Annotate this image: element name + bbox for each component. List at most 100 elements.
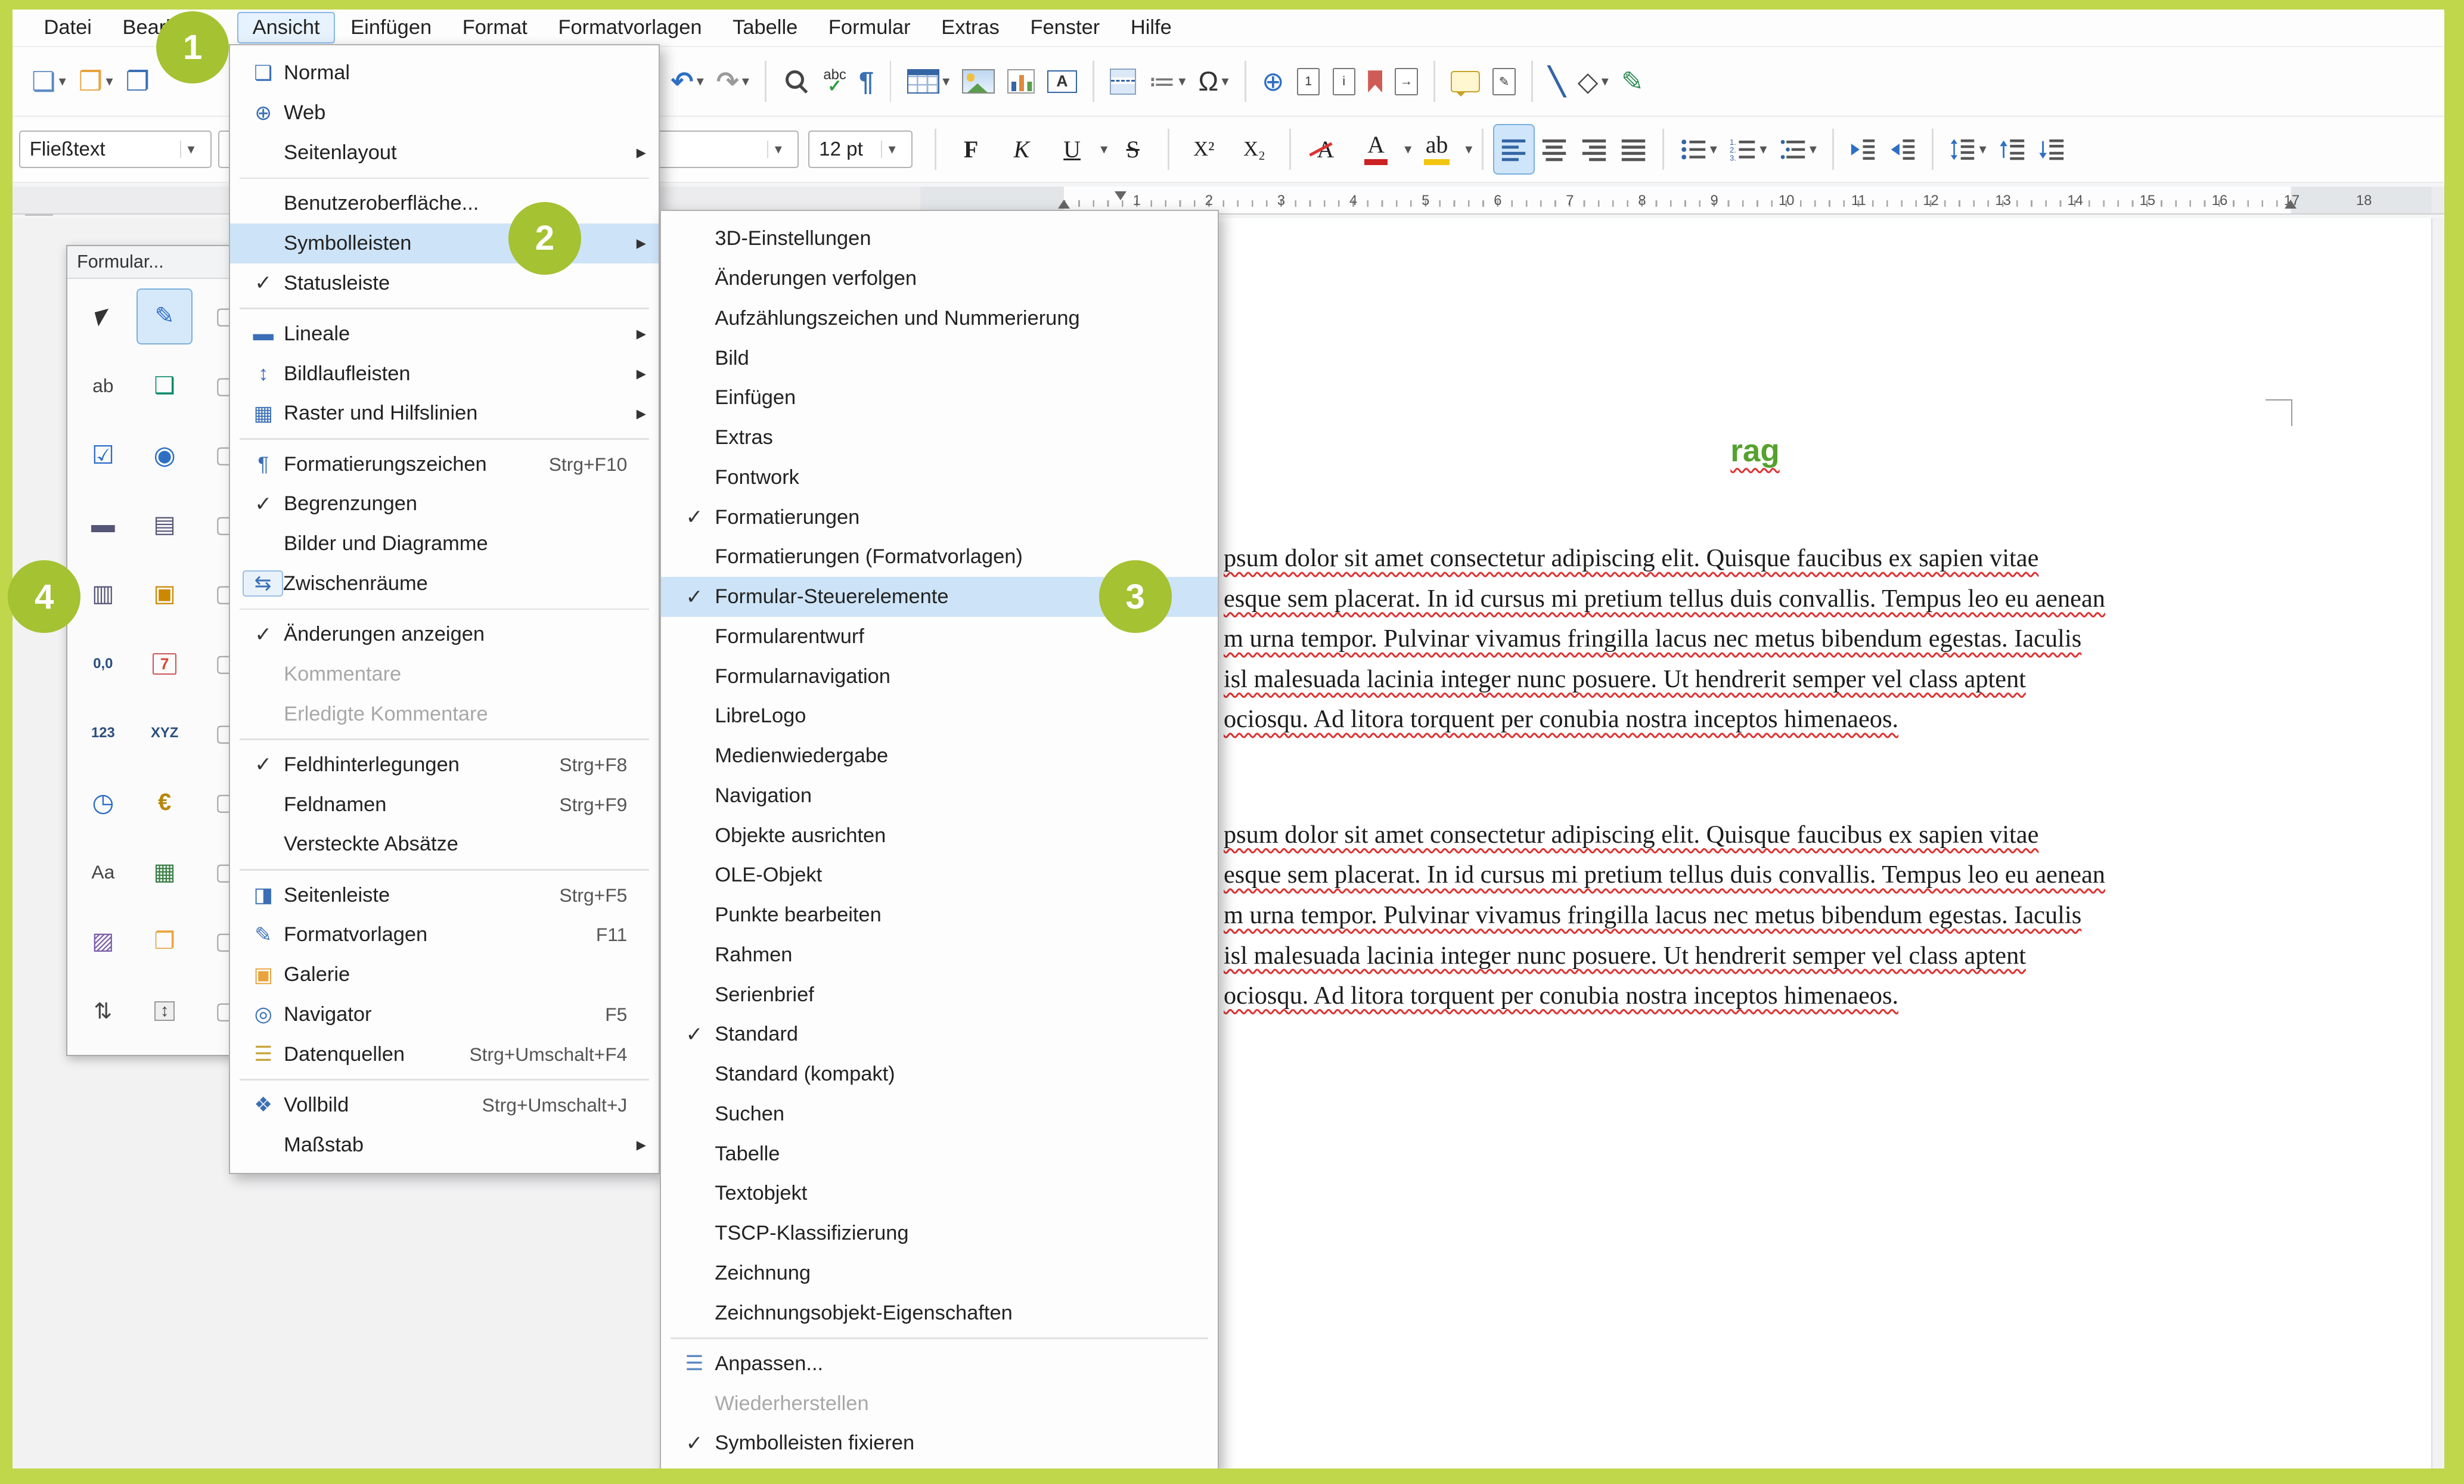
scrollbar-button[interactable]: ↕ (136, 983, 193, 1039)
select-button[interactable]: ◤ (75, 288, 131, 344)
insert-table-button[interactable]: ▾ (901, 56, 956, 107)
menu-item-formatierungszeichen[interactable]: ¶ Formatierungszeichen Strg+F10 (230, 445, 659, 485)
right-indent-marker[interactable] (2285, 200, 2297, 209)
design-mode-button[interactable]: ✎ (136, 288, 193, 344)
menubar-item-ansicht[interactable]: Ansicht (237, 12, 336, 44)
menubar-item-datei[interactable]: Datei (29, 12, 107, 44)
submenu-item-textobjekt[interactable]: Textobjekt (661, 1174, 1218, 1214)
time-field-button[interactable]: ◷ (75, 775, 131, 831)
submenu-item-librelogo[interactable]: LibreLogo (661, 697, 1218, 737)
submenu-item-standard[interactable]: ✓ Standard (661, 1015, 1218, 1055)
combo-box-button[interactable]: ▥ (75, 566, 131, 622)
submenu-item-navigation[interactable]: Navigation (661, 776, 1218, 816)
submenu-item-aenderungen-verfolgen[interactable]: Änderungen verfolgen (661, 259, 1218, 299)
track-changes-button[interactable]: ✎ (1487, 56, 1522, 107)
formatted-field-button[interactable]: 0,0 (75, 636, 131, 692)
menu-item-vollbild[interactable]: ❖ Vollbild Strg+Umschalt+J (230, 1085, 659, 1125)
highlight-color-button[interactable]: ab (1411, 128, 1462, 172)
menu-item-erledigte-kommentare[interactable]: Erledigte Kommentare (230, 694, 659, 734)
increase-indent-button[interactable] (1844, 124, 1883, 175)
file-selection-button[interactable]: ❐ (136, 914, 193, 970)
submenu-item-ole-objekt[interactable]: OLE-Objekt (661, 856, 1218, 896)
insert-footnote-button[interactable]: 1 (1290, 56, 1326, 107)
first-line-indent-marker[interactable] (1115, 191, 1127, 200)
clear-formatting-button[interactable]: A (1300, 128, 1351, 172)
font-size-combo[interactable]: 12 pt▾ (808, 131, 913, 169)
submenu-item-extras[interactable]: Extras (661, 418, 1218, 458)
strikethrough-button[interactable]: S (1107, 128, 1158, 172)
align-center-button[interactable] (1535, 124, 1574, 175)
menu-item-statusleiste[interactable]: ✓ Statusleiste (230, 263, 659, 303)
submenu-item-serienbrief[interactable]: Serienbrief (661, 975, 1218, 1015)
label-field-button[interactable]: ab (75, 358, 131, 414)
submenu-item-tscp-klassifizierung[interactable]: TSCP-Klassifizierung (661, 1213, 1218, 1253)
show-draw-functions-button[interactable]: ✎ (1615, 56, 1650, 107)
save-button[interactable]: ❐ (119, 56, 156, 107)
menu-item-bilder-und-diagramme[interactable]: Bilder und Diagramme (230, 524, 659, 564)
menu-item-massstab[interactable]: Maßstab ▶ (230, 1125, 659, 1165)
menu-item-versteckte-absaetze[interactable]: Versteckte Absätze (230, 824, 659, 864)
submenu-item-tabelle[interactable]: Tabelle (661, 1134, 1218, 1174)
group-box-button[interactable]: ❑ (136, 358, 193, 414)
left-indent-marker[interactable] (1058, 200, 1070, 209)
line-spacing-button[interactable]: ▾ (1943, 124, 1993, 175)
formatting-marks-button[interactable]: ¶ (852, 56, 880, 107)
pattern-field-button[interactable]: XYZ (136, 705, 193, 761)
ordered-list-button[interactable]: ▾ (1723, 124, 1773, 175)
menu-item-zwischenraeume[interactable]: ⇆ Zwischenräume (230, 564, 659, 604)
subscript-button[interactable]: X₂ (1229, 128, 1280, 172)
submenu-item-medienwiedergabe[interactable]: Medienwiedergabe (661, 736, 1218, 776)
decrease-paragraph-spacing-button[interactable] (2032, 124, 2071, 175)
bold-button[interactable]: F (946, 128, 997, 172)
submenu-item-zeichnungsobjekt-eigenschaften[interactable]: Zeichnungsobjekt-Eigenschaften (661, 1293, 1218, 1333)
menu-item-datenquellen[interactable]: ☰ Datenquellen Strg+Umschalt+F4 (230, 1035, 659, 1075)
align-justify-button[interactable] (1613, 124, 1653, 175)
option-button-button[interactable]: ◉ (136, 427, 193, 483)
underline-button[interactable]: U (1047, 128, 1097, 172)
submenu-item-3d-einstellungen[interactable]: 3D-Einstellungen (661, 219, 1218, 259)
insert-endnote-button[interactable]: i (1326, 56, 1362, 107)
unordered-list-button[interactable]: ▾ (1674, 124, 1723, 175)
align-left-button[interactable] (1493, 124, 1535, 175)
outline-list-button[interactable]: ▾ (1773, 124, 1823, 175)
menu-item-formatvorlagen[interactable]: ✎ Formatvorlagen F11 (230, 915, 659, 955)
basic-shapes-button[interactable]: ◇▾ (1571, 56, 1615, 107)
paragraph-style-combo[interactable]: Fließtext▾ (19, 131, 212, 169)
menubar-item-einfuegen[interactable]: Einfügen (335, 12, 447, 44)
insert-special-character-button[interactable]: Ω▾ (1192, 56, 1235, 107)
menu-item-begrenzungen[interactable]: ✓ Begrenzungen (230, 484, 659, 524)
undo-button[interactable]: ↶▾ (665, 56, 710, 107)
insert-hyperlink-button[interactable]: ⊕ (1255, 56, 1290, 107)
decrease-indent-button[interactable] (1883, 124, 1922, 175)
redo-button[interactable]: ↷▾ (710, 56, 755, 107)
submenu-item-standard-kompakt[interactable]: Standard (kompakt) (661, 1054, 1218, 1094)
menu-item-benutzeroberflaeche[interactable]: Benutzeroberfläche... (230, 184, 659, 223)
menubar-item-formatvorlagen[interactable]: Formatvorlagen (543, 12, 718, 44)
menu-item-feldnamen[interactable]: Feldnamen Strg+F9 (230, 785, 659, 825)
submenu-item-suchen[interactable]: Suchen (661, 1094, 1218, 1134)
menu-item-bildlaufleisten[interactable]: ↕ Bildlaufleisten ▶ (230, 354, 659, 394)
menu-item-lineale[interactable]: ▬ Lineale ▶ (230, 314, 659, 354)
font-color-button[interactable]: A (1351, 128, 1401, 172)
menubar-item-fenster[interactable]: Fenster (1015, 12, 1115, 44)
open-button[interactable]: ❒▾ (72, 56, 119, 107)
menu-item-symbolleisten[interactable]: Symbolleisten ▶ (230, 223, 659, 263)
menu-item-web[interactable]: ⊕ Web (230, 93, 659, 133)
superscript-button[interactable]: X² (1178, 128, 1229, 172)
submenu-item-formularnavigation[interactable]: Formularnavigation (661, 657, 1218, 697)
push-button-button[interactable]: ▬ (75, 497, 131, 553)
align-right-button[interactable] (1574, 124, 1613, 175)
submenu-item-bild[interactable]: Bild (661, 339, 1218, 378)
menu-item-seitenleiste[interactable]: ◨ Seitenleiste Strg+F5 (230, 876, 659, 915)
image-button-button[interactable]: ▣ (136, 566, 193, 622)
submenu-item-zeichnung[interactable]: Zeichnung (661, 1253, 1218, 1293)
menu-item-raster-und-hilfslinien[interactable]: ▦ Raster und Hilfslinien ▶ (230, 393, 659, 433)
insert-field-button[interactable]: ≔▾ (1142, 56, 1191, 107)
submenu-item-symbolleisten-fixieren[interactable]: ✓ Symbolleisten fixieren (661, 1424, 1218, 1464)
list-box-button[interactable]: ▤ (136, 497, 193, 553)
insert-line-button[interactable]: ╲ (1543, 56, 1571, 107)
menu-item-normal[interactable]: ❏ Normal (230, 53, 659, 93)
menu-item-kommentare[interactable]: Kommentare (230, 654, 659, 694)
submenu-item-fontwork[interactable]: Fontwork (661, 458, 1218, 498)
insert-bookmark-button[interactable] (1362, 56, 1389, 107)
